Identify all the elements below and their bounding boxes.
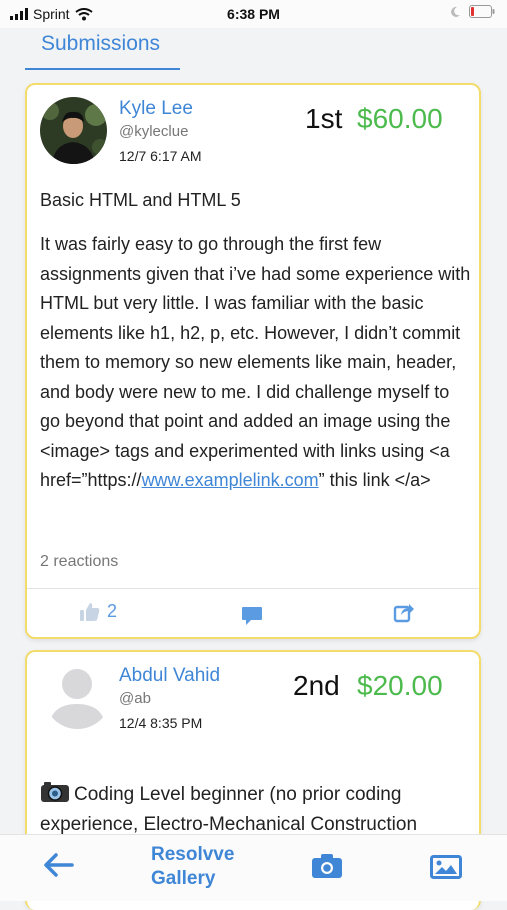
body-text-end: ” this link </a> — [318, 470, 431, 490]
post-date: 12/4 8:35 PM — [119, 715, 203, 731]
submission-title: Basic HTML and HTML 5 — [40, 190, 241, 210]
status-time: 6:38 PM — [227, 6, 280, 22]
submission-body: It was fairly easy to go through the fir… — [40, 230, 472, 540]
avatar[interactable] — [44, 662, 111, 729]
title-text: Coding Level beginner (no prior coding e… — [40, 784, 418, 835]
camera-button[interactable] — [311, 853, 343, 884]
tab-bar: Submissions — [0, 28, 507, 72]
gallery-button[interactable] — [430, 855, 462, 884]
bottom-nav: Resolvve Gallery — [0, 834, 507, 901]
moon-icon — [451, 6, 460, 17]
comment-icon — [242, 607, 262, 625]
avatar[interactable] — [40, 97, 107, 164]
prize-amount: $20.00 — [357, 670, 443, 701]
camera-icon — [312, 854, 342, 878]
submission-title: Coding Level beginner (no prior coding e… — [40, 780, 470, 840]
image-icon — [430, 855, 462, 879]
example-link[interactable]: www.examplelink.com — [142, 470, 319, 490]
post-date: 12/7 6:17 AM — [119, 148, 202, 164]
rank-label: 1st — [305, 103, 343, 134]
back-button[interactable] — [44, 853, 74, 882]
gallery-title-line2: Gallery — [151, 868, 216, 889]
rank-label: 2nd — [293, 670, 340, 701]
author-name[interactable]: Kyle Lee — [119, 98, 193, 120]
comment-button[interactable] — [241, 605, 263, 627]
action-row: 2 — [27, 589, 479, 639]
submission-card[interactable]: Kyle Lee @kyleclue 12/7 6:17 AM 1st $60.… — [25, 83, 481, 639]
battery-icon — [469, 5, 495, 18]
author-name[interactable]: Abdul Vahid — [119, 665, 220, 687]
tab-submissions[interactable]: Submissions — [41, 32, 160, 56]
like-count: 2 — [107, 601, 118, 621]
back-arrow-icon — [44, 853, 74, 877]
gallery-title[interactable]: Resolvve Gallery — [151, 843, 234, 891]
author-handle: @kyleclue — [119, 123, 189, 140]
body-text: It was fairly easy to go through the fir… — [40, 234, 471, 490]
like-button[interactable]: 2 — [79, 601, 117, 622]
prize-amount: $60.00 — [357, 103, 443, 134]
camera-emoji-icon — [41, 782, 69, 802]
thumbs-up-icon — [80, 602, 100, 621]
gallery-title-line1: Resolvve — [151, 844, 235, 865]
status-right — [449, 5, 495, 18]
author-handle: @ab — [119, 690, 151, 707]
share-button[interactable] — [393, 601, 415, 623]
status-bar: Sprint 6:38 PM — [0, 0, 507, 28]
reactions-count[interactable]: 2 reactions — [40, 553, 118, 571]
share-icon — [393, 604, 414, 623]
tab-active-underline — [25, 68, 180, 70]
